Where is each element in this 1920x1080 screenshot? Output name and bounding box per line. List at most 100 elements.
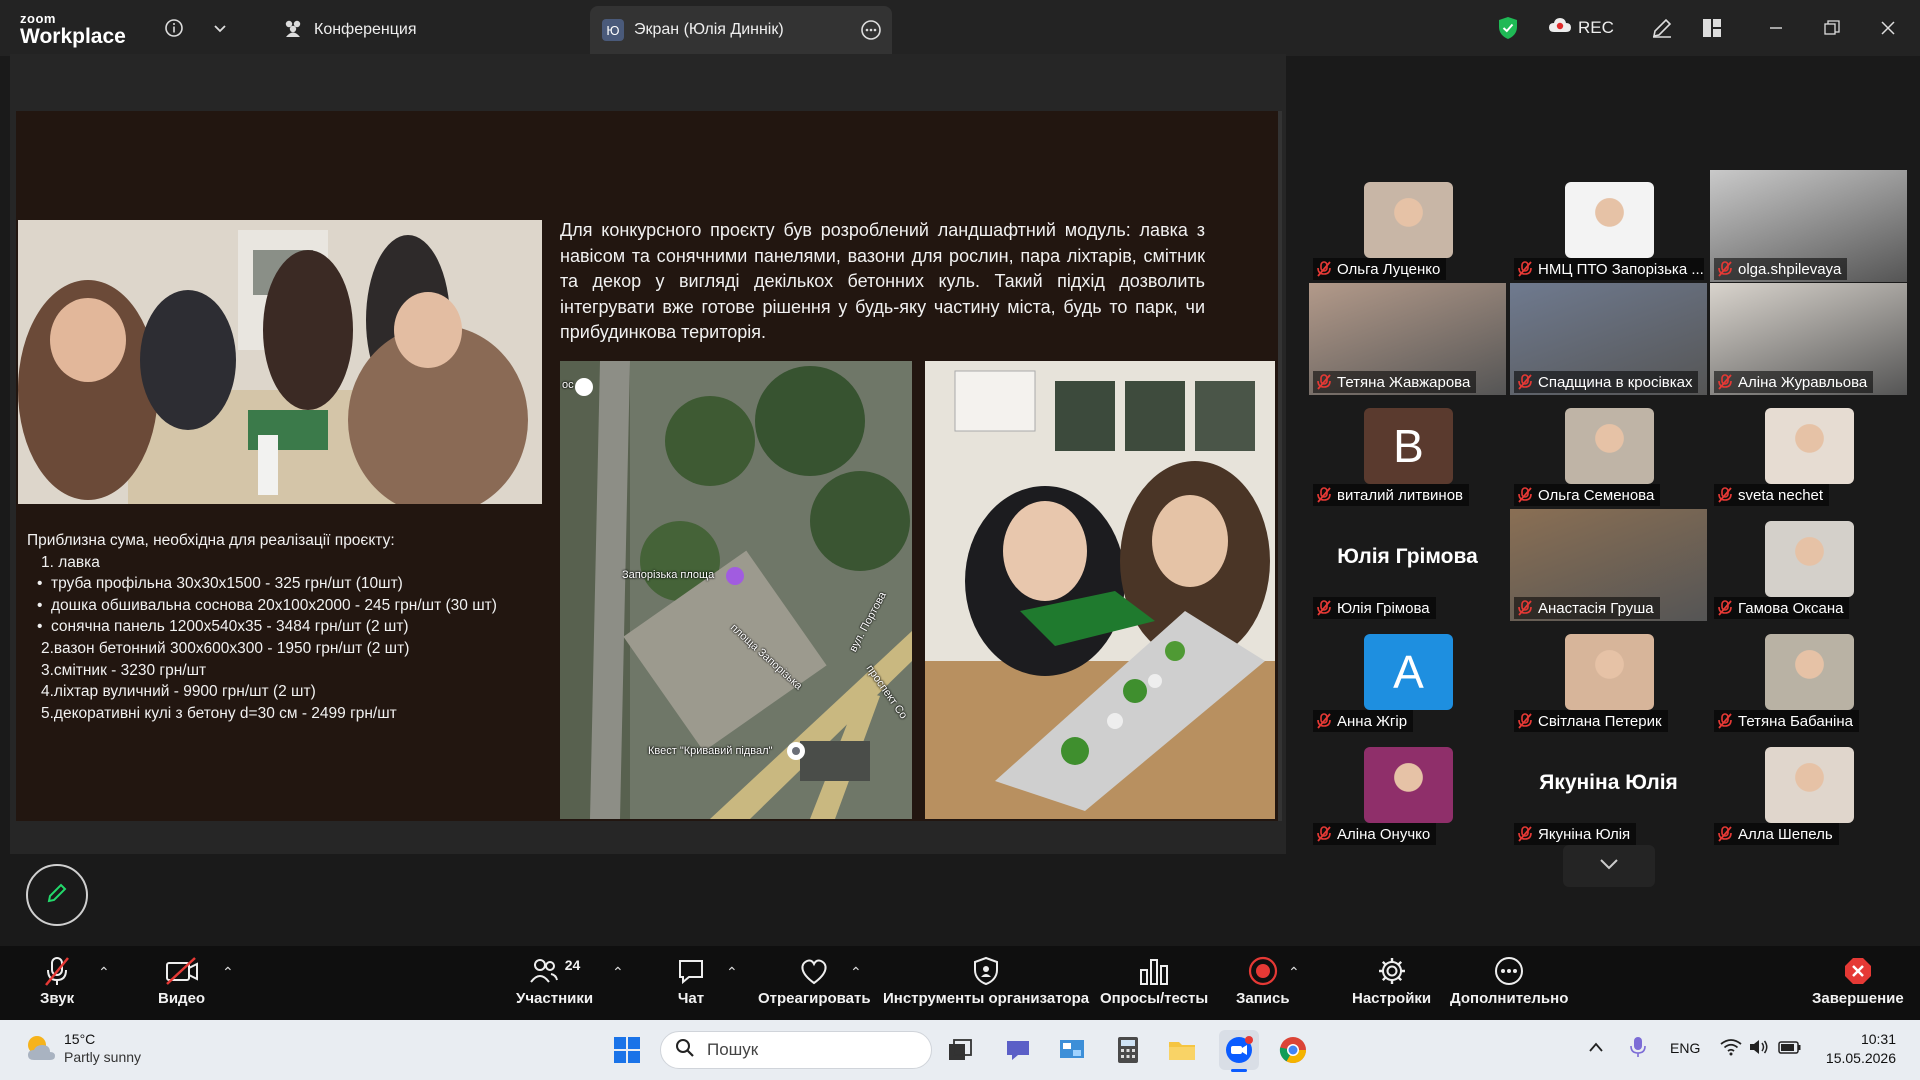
task-view-icon[interactable] — [940, 1030, 980, 1070]
participant-name: Аліна Онучко — [1337, 825, 1431, 843]
participant-name-tag: виталий литвинов — [1313, 484, 1470, 506]
participant-tile[interactable]: Спадщина в кросівках — [1510, 283, 1707, 395]
mic-muted-icon — [41, 954, 73, 988]
participant-tile[interactable]: Ольга Семенова — [1510, 396, 1707, 508]
chat-app-icon[interactable] — [998, 1030, 1038, 1070]
mic-muted-icon — [1516, 712, 1534, 730]
battery-icon[interactable] — [1778, 1038, 1802, 1061]
participant-name: Ольга Луценко — [1337, 260, 1441, 278]
windows-taskbar: 15°C Partly sunny Пошук ENG 10:31 15.05.… — [0, 1020, 1920, 1080]
participant-tile[interactable]: sveta nechet — [1710, 396, 1907, 508]
restore-icon[interactable] — [1820, 16, 1844, 40]
end-meeting-button[interactable]: Завершение — [1812, 954, 1904, 1007]
mic-muted-icon — [1516, 373, 1534, 391]
participant-tile[interactable]: Ввиталий литвинов — [1309, 396, 1506, 508]
pen-icon[interactable] — [1650, 16, 1674, 40]
participant-name: Аліна Журавльова — [1738, 373, 1868, 391]
tab-conference[interactable]: Конференция — [270, 6, 429, 54]
clock-date: 15.05.2026 — [1825, 1050, 1896, 1066]
participant-tile[interactable]: Світлана Петерик — [1510, 622, 1707, 734]
chrome-icon[interactable] — [1273, 1030, 1313, 1070]
shield-check-icon[interactable] — [1496, 16, 1520, 40]
start-icon[interactable] — [607, 1030, 647, 1070]
control-panel-icon[interactable] — [1052, 1030, 1092, 1070]
taskbar-search[interactable]: Пошук — [660, 1031, 932, 1069]
participant-display-name: Якуніна Юлія — [1539, 771, 1678, 794]
participant-name: виталий литвинов — [1337, 486, 1464, 504]
budget-item: 2.вазон бетонний 300х600х300 - 1950 грн/… — [41, 639, 410, 657]
participant-initial-avatar: А — [1364, 634, 1453, 710]
participant-name-tag: Тетяна Бабаніна — [1714, 710, 1859, 732]
more-icon[interactable] — [860, 19, 882, 46]
budget-title: Приблизна сума, необхідна для реалізації… — [27, 532, 395, 549]
participant-tile[interactable]: Алла Шепель — [1710, 735, 1907, 847]
chevron-down-icon[interactable] — [208, 16, 232, 40]
settings-button[interactable]: Настройки — [1352, 954, 1431, 1007]
participants-options-caret[interactable]: ⌃ — [612, 964, 624, 981]
volume-icon[interactable] — [1748, 1038, 1770, 1061]
calculator-icon[interactable] — [1108, 1030, 1148, 1070]
video-options-caret[interactable]: ⌃ — [222, 964, 234, 981]
participant-tile[interactable]: Гамова Оксана — [1710, 509, 1907, 621]
gallery-scroll-down-button[interactable] — [1563, 845, 1655, 887]
polls-button[interactable]: Опросы/тесты — [1100, 954, 1208, 1007]
video-button[interactable]: Видео — [158, 954, 205, 1007]
more-button[interactable]: Дополнительно — [1450, 954, 1568, 1007]
audio-options-caret[interactable]: ⌃ — [98, 964, 110, 981]
chat-options-caret[interactable]: ⌃ — [726, 964, 738, 981]
audio-button[interactable]: Звук — [40, 954, 74, 1007]
chat-button[interactable]: Чат — [676, 954, 706, 1007]
participant-name-tag: НМЦ ПТО Запорізька ... — [1514, 258, 1704, 280]
info-icon[interactable] — [162, 16, 186, 40]
zoom-app-icon[interactable] — [1219, 1030, 1259, 1072]
minimize-icon[interactable] — [1764, 16, 1788, 40]
participant-avatar — [1565, 408, 1654, 484]
mic-tray-icon[interactable] — [1630, 1036, 1646, 1063]
participant-name: Анна Жгір — [1337, 712, 1408, 730]
wifi-icon[interactable] — [1720, 1038, 1742, 1061]
shield-icon — [972, 954, 1000, 988]
react-options-caret[interactable]: ⌃ — [850, 964, 862, 981]
participant-avatar — [1565, 634, 1654, 710]
cloud-record-indicator[interactable]: REC — [1548, 16, 1614, 39]
participant-avatar — [1765, 747, 1854, 823]
tray-overflow-icon[interactable] — [1588, 1040, 1604, 1058]
participant-name-tag: sveta nechet — [1714, 484, 1830, 506]
record-button[interactable]: Запись — [1236, 954, 1290, 1007]
mic-muted-icon — [1315, 373, 1333, 391]
file-explorer-icon[interactable] — [1162, 1030, 1202, 1070]
language-indicator[interactable]: ENG — [1670, 1040, 1700, 1056]
clock[interactable]: 10:31 15.05.2026 — [1820, 1030, 1896, 1068]
participant-tile[interactable]: Тетяна Жавжарова — [1309, 283, 1506, 395]
participant-avatar — [1765, 408, 1854, 484]
participant-tile[interactable]: Ольга Луценко — [1309, 170, 1506, 282]
close-icon[interactable] — [1876, 16, 1900, 40]
record-options-caret[interactable]: ⌃ — [1288, 964, 1300, 981]
map-label: ос — [562, 379, 574, 391]
budget-item: 4.ліхтар вуличний - 9900 грн/шт (2 шт) — [41, 683, 316, 701]
participant-name: Спадщина в кросівках — [1538, 373, 1693, 391]
participant-tile[interactable]: Аліна Онучко — [1309, 735, 1506, 847]
host-tools-button[interactable]: Инструменты организатора — [883, 954, 1089, 1007]
participant-name: Тетяна Бабаніна — [1738, 712, 1853, 730]
weather-widget[interactable]: 15°C Partly sunny — [64, 1030, 141, 1066]
annotate-button[interactable] — [26, 864, 88, 926]
mic-muted-icon — [1516, 825, 1534, 843]
participant-tile[interactable]: Тетяна Бабаніна — [1710, 622, 1907, 734]
participant-tile[interactable]: Юлія Грімова Юлія Грімова — [1309, 509, 1506, 621]
mic-muted-icon — [1716, 825, 1734, 843]
participant-tile[interactable]: Анастасія Груша — [1510, 509, 1707, 621]
participant-tile[interactable]: Якуніна Юлія Якуніна Юлія — [1510, 735, 1707, 847]
tab-screen-share[interactable]: Ю Экран (Юлія Диннік) — [590, 6, 892, 54]
participant-avatar — [1765, 634, 1854, 710]
participants-button[interactable]: 24 Участники — [516, 954, 593, 1007]
layout-icon[interactable] — [1700, 16, 1724, 40]
mic-muted-icon — [1716, 599, 1734, 617]
tab-label: Экран (Юлія Диннік) — [634, 21, 784, 38]
weather-icon[interactable] — [22, 1030, 62, 1070]
participant-tile[interactable]: А Анна Жгір — [1309, 622, 1506, 734]
participant-tile[interactable]: Аліна Журавльова — [1710, 283, 1907, 395]
participant-tile[interactable]: olga.shpilevaya — [1710, 170, 1907, 282]
cloud-icon — [1548, 16, 1572, 39]
participant-tile[interactable]: НМЦ ПТО Запорізька ... — [1510, 170, 1707, 282]
